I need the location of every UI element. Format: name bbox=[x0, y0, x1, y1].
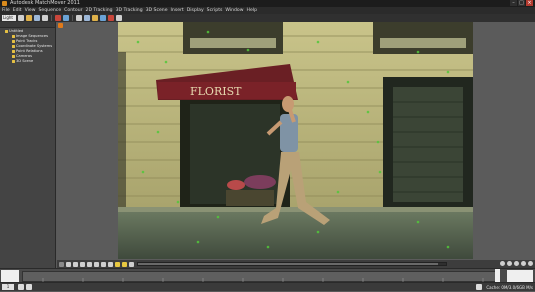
camera-icon[interactable] bbox=[84, 15, 90, 21]
florist-sign: FLORIST bbox=[190, 85, 242, 98]
menu-edit[interactable]: Edit bbox=[13, 7, 22, 14]
menu-scripts[interactable]: Scripts bbox=[207, 7, 223, 14]
viewport-menu-icon[interactable] bbox=[58, 23, 63, 28]
play-forward-icon[interactable] bbox=[94, 261, 99, 267]
pan-icon[interactable] bbox=[500, 261, 505, 266]
menu-file[interactable]: File bbox=[2, 7, 10, 14]
toolbar-separator bbox=[72, 15, 73, 21]
navigation-tools bbox=[500, 261, 533, 266]
coordinate-system-icon[interactable] bbox=[92, 15, 98, 21]
view-mode-icon[interactable] bbox=[18, 284, 24, 290]
zoom-view-icon[interactable] bbox=[507, 261, 512, 266]
menu-sequence[interactable]: Sequence bbox=[39, 7, 62, 14]
loop-icon[interactable] bbox=[115, 261, 120, 267]
timeline bbox=[0, 268, 535, 286]
open-folder-icon[interactable] bbox=[26, 15, 32, 21]
stop-icon[interactable] bbox=[87, 261, 92, 267]
timeline-start-field[interactable] bbox=[1, 270, 19, 282]
maximize-button[interactable]: □ bbox=[518, 0, 525, 6]
close-button[interactable]: × bbox=[526, 0, 533, 6]
menu-3d-scene[interactable]: 3D Scene bbox=[146, 7, 168, 14]
track-forward-icon[interactable] bbox=[122, 261, 127, 267]
orbit-icon[interactable] bbox=[521, 261, 526, 266]
menu-3d-tracking[interactable]: 3D Tracking bbox=[116, 7, 143, 14]
zoom-icon[interactable] bbox=[100, 15, 106, 21]
folder-icon bbox=[12, 35, 15, 38]
display-mode-icon[interactable] bbox=[26, 284, 32, 290]
menu-contour[interactable]: Contour bbox=[64, 7, 82, 14]
cache-icon[interactable] bbox=[476, 284, 482, 290]
previous-key-icon[interactable] bbox=[66, 261, 71, 267]
new-icon[interactable] bbox=[18, 15, 24, 21]
menu-help[interactable]: Help bbox=[247, 7, 257, 14]
last-frame-icon[interactable] bbox=[129, 261, 134, 267]
title-bar: Autodesk MatchMover 2011 – □ × bbox=[0, 0, 535, 7]
menu-window[interactable]: Window bbox=[225, 7, 243, 14]
menu-display[interactable]: Display bbox=[187, 7, 204, 14]
main-toolbar: Light bbox=[0, 14, 535, 22]
scrollbar-thumb[interactable] bbox=[138, 263, 438, 265]
current-frame-field[interactable]: 1 bbox=[2, 284, 14, 290]
menu-insert[interactable]: Insert bbox=[171, 7, 184, 14]
minimize-button[interactable]: – bbox=[510, 0, 517, 6]
project-panel: Untitled Image Sequences Point Tracks Co… bbox=[0, 22, 56, 268]
status-bar: 1 Cache: 0M/3.0/6GB M/s bbox=[0, 282, 535, 291]
timeline-end-marker[interactable] bbox=[495, 269, 500, 282]
horizontal-scrollbar[interactable] bbox=[137, 262, 447, 266]
render-icon[interactable] bbox=[108, 15, 114, 21]
tree-item-3d-scene[interactable]: 3D Scene bbox=[0, 59, 55, 64]
image-viewport[interactable]: FLORIST bbox=[57, 22, 535, 260]
folder-icon bbox=[12, 40, 15, 43]
footage-frame[interactable]: FLORIST bbox=[118, 22, 473, 259]
tree-item-label: 3D Scene bbox=[16, 59, 34, 63]
footage-image: FLORIST bbox=[118, 22, 473, 259]
next-key-icon[interactable] bbox=[108, 261, 113, 267]
window-title: Autodesk MatchMover 2011 bbox=[10, 0, 80, 6]
track-icon[interactable] bbox=[55, 15, 61, 21]
play-back-icon[interactable] bbox=[80, 261, 85, 267]
import-icon[interactable] bbox=[42, 15, 48, 21]
menu-bar: File Edit View Sequence Contour 2D Track… bbox=[0, 7, 535, 14]
window-controls: – □ × bbox=[510, 0, 533, 7]
step-back-icon[interactable] bbox=[73, 261, 78, 267]
fit-view-icon[interactable] bbox=[514, 261, 519, 266]
folder-icon bbox=[12, 55, 15, 58]
timeline-ruler[interactable] bbox=[22, 271, 498, 286]
project-tree: Untitled Image Sequences Point Tracks Co… bbox=[0, 28, 55, 64]
folder-icon bbox=[12, 45, 15, 48]
save-icon[interactable] bbox=[34, 15, 40, 21]
menu-2d-tracking[interactable]: 2D Tracking bbox=[86, 7, 113, 14]
settings-icon[interactable] bbox=[116, 15, 122, 21]
toolbar-separator bbox=[51, 15, 52, 21]
first-frame-icon[interactable] bbox=[59, 261, 64, 267]
folder-icon bbox=[12, 60, 15, 63]
folder-icon bbox=[12, 50, 15, 53]
reset-view-icon[interactable] bbox=[528, 261, 533, 266]
menu-view[interactable]: View bbox=[25, 7, 36, 14]
app-icon bbox=[2, 1, 7, 6]
solve-icon[interactable] bbox=[63, 15, 69, 21]
playback-bar bbox=[57, 260, 535, 268]
mode-dropdown[interactable]: Light bbox=[2, 15, 16, 21]
step-forward-icon[interactable] bbox=[101, 261, 106, 267]
timeline-end-field[interactable] bbox=[507, 270, 533, 282]
point-track-icon[interactable] bbox=[76, 15, 82, 21]
folder-icon bbox=[5, 30, 8, 33]
